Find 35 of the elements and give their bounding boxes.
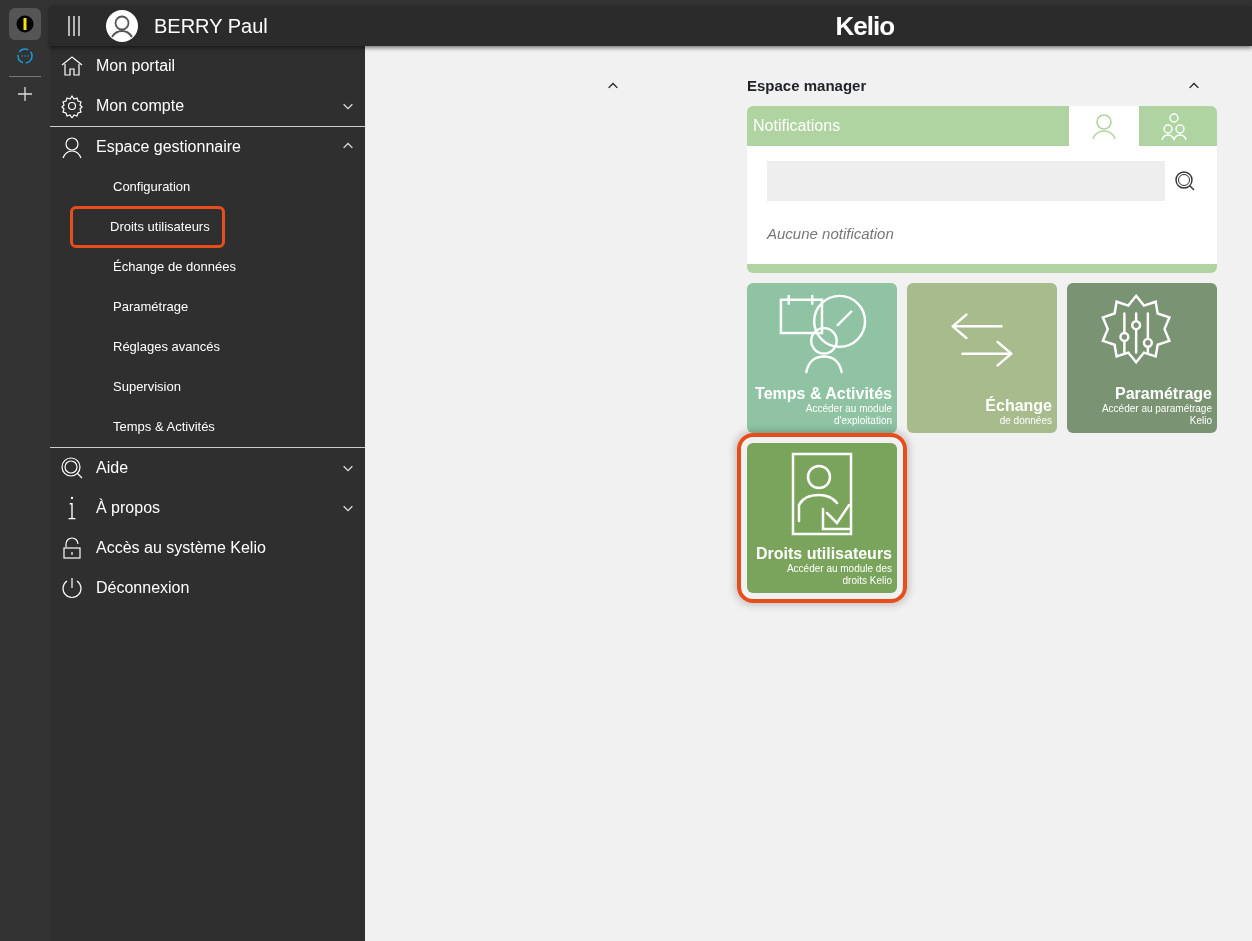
- submenu-item[interactable]: Réglages avancés: [70, 326, 235, 368]
- menu-item[interactable]: Espace gestionnaire: [50, 127, 365, 167]
- submenu-item[interactable]: Supervision: [70, 366, 196, 408]
- menu-item[interactable]: À propos: [50, 488, 365, 528]
- menu-item[interactable]: Mon compte: [50, 86, 365, 126]
- menu-icon[interactable]: [66, 15, 82, 37]
- person-icon: [60, 135, 84, 159]
- submenu-item[interactable]: Configuration: [70, 166, 206, 208]
- gear-icon: [60, 94, 84, 118]
- kelio-logo: Kelio: [835, 9, 895, 43]
- submenu-item[interactable]: Paramétrage: [70, 286, 204, 328]
- submenu-item[interactable]: Droits utilisateurs: [70, 206, 225, 248]
- menu-item[interactable]: Mon portail: [50, 46, 365, 86]
- person-icon: [1089, 111, 1119, 141]
- dotted-circle-icon[interactable]: [15, 46, 35, 66]
- house-icon: [60, 54, 84, 78]
- add-icon[interactable]: [16, 85, 34, 103]
- empty-message: Aucune notification: [767, 225, 894, 242]
- submenu-item[interactable]: Temps & Activités: [70, 406, 230, 448]
- padlock-icon: [60, 536, 84, 560]
- power-icon: [60, 576, 84, 600]
- menu-item[interactable]: Déconnexion: [50, 568, 365, 608]
- avatar-icon: [106, 10, 138, 42]
- section-title: Espace manager: [747, 75, 867, 96]
- panel-title: Notifications: [752, 116, 842, 136]
- people-group-icon: [1159, 111, 1189, 141]
- app-switch-button[interactable]: [9, 8, 41, 40]
- menu-item[interactable]: Aide: [50, 448, 365, 488]
- search-icon[interactable]: [1173, 169, 1197, 193]
- submenu-item[interactable]: Échange de données: [70, 246, 251, 288]
- user-name: BERRY Paul: [154, 14, 268, 39]
- search-icon: [60, 456, 84, 480]
- app-logo-icon: [16, 15, 34, 33]
- menu-item[interactable]: Accès au système Kelio: [50, 528, 365, 568]
- info-icon: [68, 496, 76, 520]
